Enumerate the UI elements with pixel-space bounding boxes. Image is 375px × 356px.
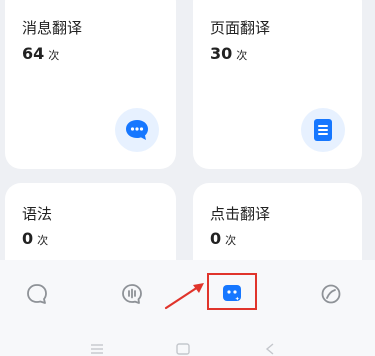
chat-bubble-icon xyxy=(115,108,159,152)
voice-wave-icon[interactable] xyxy=(117,279,147,309)
compass-leaf-icon[interactable] xyxy=(316,279,346,309)
count-unit: 次 xyxy=(37,234,49,247)
card-title: 点击翻译 xyxy=(210,205,271,223)
count-number: 0 xyxy=(22,229,34,248)
count-unit: 次 xyxy=(225,234,237,247)
card-count: 0次 xyxy=(22,229,48,248)
count-number: 64 xyxy=(22,44,45,63)
card-title: 语法 xyxy=(22,205,53,223)
message-translate-card[interactable]: 消息翻译 64 次 xyxy=(5,0,176,169)
document-icon xyxy=(301,108,345,152)
card-title: 消息翻译 xyxy=(22,19,83,37)
chat-bubble-outline-icon[interactable] xyxy=(22,279,52,309)
card-count: 30 次 xyxy=(210,44,247,63)
count-unit: 次 xyxy=(48,49,60,62)
card-count: 64 次 xyxy=(22,44,59,63)
highlight-box xyxy=(207,273,257,310)
home-icon[interactable] xyxy=(176,340,190,356)
card-title: 页面翻译 xyxy=(210,19,271,37)
card-count: 0次 xyxy=(210,229,236,248)
menu-icon[interactable] xyxy=(90,340,104,356)
page: 消息翻译 64 次 页面翻译 30 次 语法 0 次 点击翻译 0 次 xyxy=(0,0,375,356)
count-unit: 次 xyxy=(236,49,248,62)
pointer-arrow-icon xyxy=(164,283,204,310)
count-number: 0 xyxy=(210,229,222,248)
page-translate-card[interactable]: 页面翻译 30 次 xyxy=(193,0,362,169)
back-icon[interactable] xyxy=(265,340,275,356)
system-nav-bar xyxy=(0,338,375,356)
count-number: 30 xyxy=(210,44,233,63)
